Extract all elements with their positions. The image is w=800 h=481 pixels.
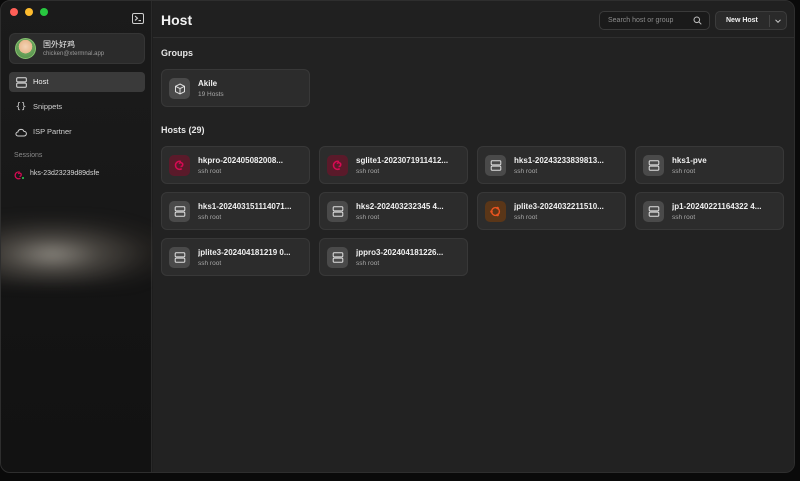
cloud-icon xyxy=(15,126,27,138)
host-name: hks1-202403151114071... xyxy=(198,202,292,211)
server-icon xyxy=(169,201,190,222)
ubuntu-icon xyxy=(485,201,506,222)
host-card[interactable]: jppro3-202404181226... ssh root xyxy=(319,238,468,276)
server-icon xyxy=(169,247,190,268)
host-name: jp1-20240221164322 4... xyxy=(672,202,762,211)
zoom-window-button[interactable] xyxy=(40,8,48,16)
close-window-button[interactable] xyxy=(10,8,18,16)
sidebar-item-label: Snippets xyxy=(33,102,63,112)
sidebar-item-snippets[interactable]: {} Snippets xyxy=(9,97,145,117)
host-card[interactable]: hks1-20243233839813... ssh root xyxy=(477,146,626,184)
minimize-window-button[interactable] xyxy=(25,8,33,16)
host-name: sglite1-2023071911412... xyxy=(356,156,449,165)
profile-email: chicken@xtermnal.app xyxy=(43,51,105,57)
server-icon xyxy=(485,155,506,176)
server-icon xyxy=(643,155,664,176)
host-connection: ssh root xyxy=(356,260,380,267)
host-card[interactable]: hks2-202403232345 4... ssh root xyxy=(319,192,468,230)
host-connection: ssh root xyxy=(198,168,222,175)
sidebar-item-host[interactable]: Host xyxy=(9,72,145,92)
session-label: hks-23d23239d89dsfe xyxy=(30,169,100,177)
debian-icon xyxy=(169,155,190,176)
sessions-title: Sessions xyxy=(14,152,43,159)
search-input[interactable]: Search host or group xyxy=(599,11,710,30)
groups-title: Groups xyxy=(161,48,194,58)
server-icon xyxy=(643,201,664,222)
profile-name: 国外好鸡 xyxy=(43,40,75,49)
server-icon xyxy=(327,247,348,268)
host-name: jppro3-202404181226... xyxy=(356,248,444,257)
group-card-akile[interactable]: Akile 19 Hosts xyxy=(161,69,310,107)
debian-icon xyxy=(13,168,25,180)
divider xyxy=(769,15,770,27)
debian-icon xyxy=(327,155,348,176)
host-connection: ssh root xyxy=(356,168,380,175)
host-card[interactable]: hks1-pve ssh root xyxy=(635,146,784,184)
chevron-down-icon[interactable] xyxy=(774,17,782,25)
box-icon xyxy=(169,78,190,99)
host-card[interactable]: sglite1-2023071911412... ssh root xyxy=(319,146,468,184)
new-host-label: New Host xyxy=(726,17,758,24)
host-name: jplite3-202404181219 0... xyxy=(198,248,291,257)
sidebar-item-isp-partner[interactable]: ISP Partner xyxy=(9,122,145,142)
search-icon xyxy=(693,16,702,25)
host-connection: ssh root xyxy=(514,214,538,221)
group-count: 19 Hosts xyxy=(198,91,224,98)
host-connection: ssh root xyxy=(198,214,222,221)
host-card[interactable]: jplite3-2024032211510... ssh root xyxy=(477,192,626,230)
main-content: Host Search host or group New Host Group… xyxy=(153,1,794,472)
window-controls xyxy=(10,8,48,16)
braces-icon: {} xyxy=(15,102,27,112)
page-title: Host xyxy=(161,12,193,28)
background-glow xyxy=(1,216,166,286)
sidebar-item-label: ISP Partner xyxy=(33,127,72,137)
host-connection: ssh root xyxy=(672,168,696,175)
host-name: hks1-pve xyxy=(672,156,707,165)
host-name: hkpro-202405082008... xyxy=(198,156,283,165)
hosts-title: Hosts (29) xyxy=(161,125,205,135)
host-card[interactable]: jp1-20240221164322 4... ssh root xyxy=(635,192,784,230)
host-connection: ssh root xyxy=(672,214,696,221)
host-name: jplite3-2024032211510... xyxy=(514,202,604,211)
sidebar-item-label: Host xyxy=(33,77,49,87)
app-window: 国外好鸡 chicken@xtermnal.app Host {} Snippe… xyxy=(0,0,795,473)
avatar xyxy=(15,38,36,59)
host-name: hks1-20243233839813... xyxy=(514,156,604,165)
host-connection: ssh root xyxy=(356,214,380,221)
sidebar-nav: Host {} Snippets ISP Partner xyxy=(9,72,145,147)
host-name: hks2-202403232345 4... xyxy=(356,202,444,211)
search-placeholder: Search host or group xyxy=(608,17,674,24)
topbar: Host Search host or group New Host xyxy=(153,1,794,38)
server-icon xyxy=(327,201,348,222)
host-card[interactable]: jplite3-202404181219 0... ssh root xyxy=(161,238,310,276)
host-connection: ssh root xyxy=(514,168,538,175)
host-card[interactable]: hks1-202403151114071... ssh root xyxy=(161,192,310,230)
host-card[interactable]: hkpro-202405082008... ssh root xyxy=(161,146,310,184)
new-host-button[interactable]: New Host xyxy=(715,11,787,30)
session-item[interactable]: hks-23d23239d89dsfe xyxy=(13,166,99,180)
server-icon xyxy=(15,76,27,88)
sidebar: 国外好鸡 chicken@xtermnal.app Host {} Snippe… xyxy=(1,1,166,472)
status-badge xyxy=(21,175,25,180)
profile-card[interactable]: 国外好鸡 chicken@xtermnal.app xyxy=(9,33,145,64)
host-connection: ssh root xyxy=(198,260,222,267)
group-name: Akile xyxy=(198,79,218,88)
terminal-icon[interactable] xyxy=(132,13,144,24)
